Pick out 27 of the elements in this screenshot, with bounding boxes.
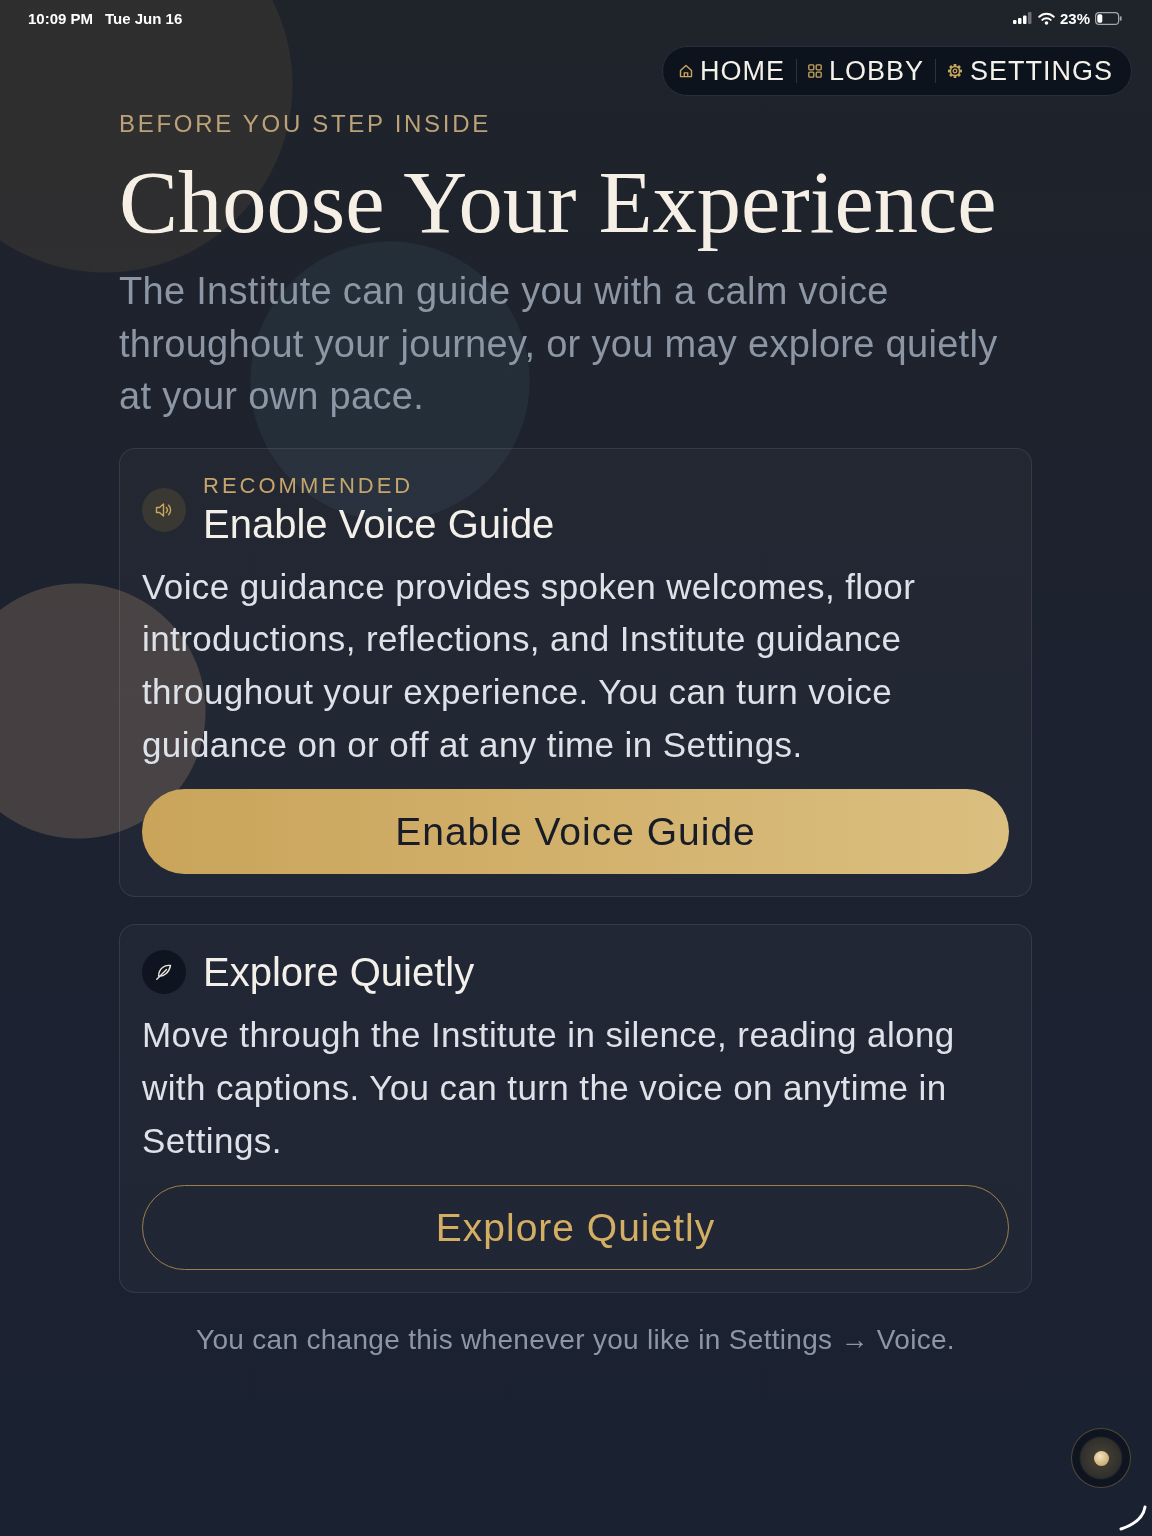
status-date: Tue Jun 16 [105,9,183,27]
option-description: Move through the Institute in silence, reading along with captions. You can turn the voice on anytime in Settings. [142,1014,956,1162]
recommended-label: RECOMMENDED [203,472,415,499]
gear-icon [947,63,963,79]
option-title: Enable Voice Guide [203,500,555,547]
resize-handle-icon[interactable] [1119,1505,1147,1531]
orb-button[interactable] [1071,1428,1131,1488]
page-title: Choose Your Experience [119,154,998,250]
signal-icon [1012,12,1033,24]
battery-icon [1095,11,1122,25]
choice-button[interactable]: Enable Voice Guide [142,789,1009,875]
footnote-text: You can change this whenever you like in Settings → Voice. [195,1323,956,1358]
option-description: Voice guidance provides spoken welcomes, floor introductions, reflections, and Institute guidance throughout your experience. You can turn voice guidance on or off at any time in Settings. [142,565,917,766]
battery-percent: 23% [1059,9,1090,27]
nav-item[interactable]: SETTINGS [947,55,1113,87]
status-time: 10:09 PM [28,9,94,27]
nav-item[interactable]: HOME [678,55,785,87]
grid-icon [807,64,822,78]
feather-icon [142,950,186,995]
eyebrow-label: BEFORE YOU STEP INSIDE [119,110,492,138]
speaker-icon [142,487,186,532]
nav-item[interactable]: LOBBY [807,55,924,87]
dot-icon [1093,1450,1109,1466]
home-icon [678,64,693,78]
intro-text: The Institute can guide you with a calm voice throughout your journey, or you may explore quietly at your own pace. [119,269,999,419]
option-title: Explore Quietly [203,949,475,996]
wifi-icon [1037,11,1055,25]
